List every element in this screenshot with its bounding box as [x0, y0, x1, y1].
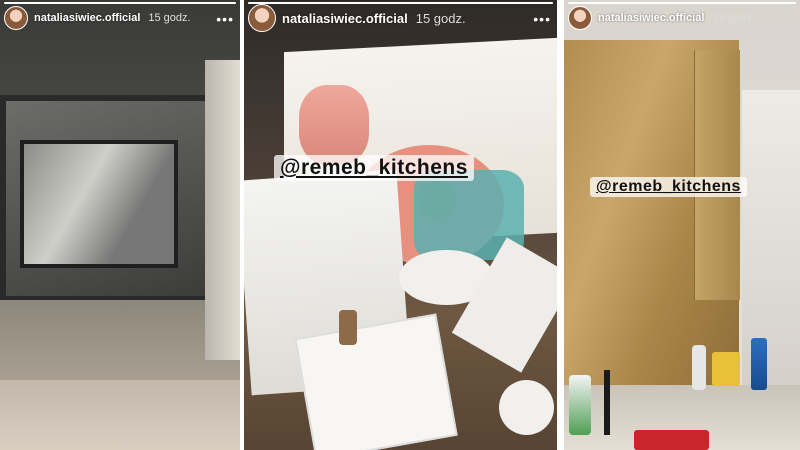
story-header: nataliasiwiec.official 15 godz. ••• — [0, 6, 240, 30]
story-panel-1[interactable]: nataliasiwiec.official 15 godz. ••• — [0, 0, 240, 450]
mention-sticker[interactable]: @remeb_kitchens — [590, 177, 747, 197]
profile-avatar[interactable] — [568, 6, 592, 30]
soap-bottle — [692, 345, 706, 390]
spray-bottle — [751, 338, 767, 390]
post-time: 15 godz. — [415, 10, 466, 26]
post-time: 15 godz. — [712, 12, 755, 24]
story-header: nataliasiwiec.official 15 godz. — [564, 6, 800, 30]
square-plates — [294, 313, 458, 450]
mention-sticker[interactable]: @remeb_kitchens — [274, 155, 474, 181]
gold-cabinet-door — [694, 50, 740, 300]
username[interactable]: nataliasiwiec.official — [282, 11, 408, 26]
white-bowl-right — [499, 380, 554, 435]
story-progress-bar — [568, 2, 796, 4]
story-panel-3[interactable]: nataliasiwiec.official 15 godz. @remeb_k… — [564, 0, 800, 450]
faucet — [604, 370, 610, 435]
profile-avatar[interactable] — [248, 4, 276, 32]
profile-avatar[interactable] — [4, 6, 28, 30]
more-horizontal-icon[interactable]: ••• — [533, 11, 551, 27]
pink-bowls — [299, 85, 369, 165]
story-panel-2[interactable]: nataliasiwiec.official 15 godz. ••• @rem… — [244, 0, 557, 450]
story-progress-bar — [248, 2, 553, 4]
wooden-peg-1 — [339, 310, 357, 345]
cabinet-side — [205, 60, 240, 360]
story-header: nataliasiwiec.official 15 godz. ••• — [244, 4, 557, 32]
green-bottle — [569, 375, 591, 435]
yellow-product — [712, 352, 740, 386]
username[interactable]: nataliasiwiec.official — [34, 12, 140, 24]
drawer-front — [0, 300, 240, 380]
username[interactable]: nataliasiwiec.official — [598, 12, 704, 24]
post-time: 15 godz. — [148, 12, 191, 24]
story-progress-bar — [4, 2, 236, 4]
red-dish-rack — [634, 430, 709, 450]
oven-glass — [20, 140, 178, 268]
more-horizontal-icon[interactable]: ••• — [216, 11, 234, 27]
